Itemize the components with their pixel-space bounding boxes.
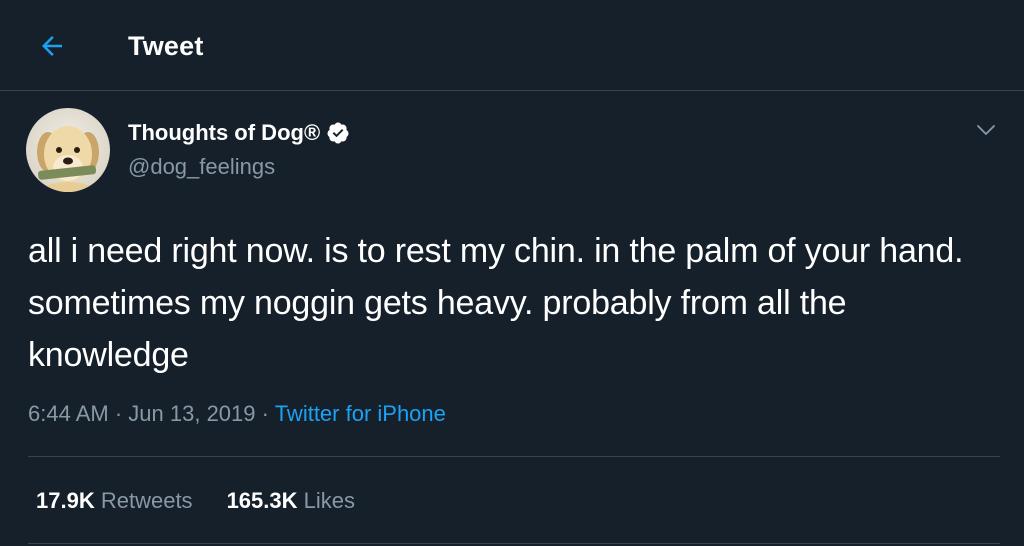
tweet-metadata: 6:44 AM · Jun 13, 2019 · Twitter for iPh…	[28, 398, 446, 430]
dog-avatar	[26, 108, 110, 192]
meta-separator: ·	[261, 401, 269, 426]
arrow-left-icon	[42, 36, 62, 56]
likes-count: 165.3K	[226, 488, 298, 513]
author-display-name[interactable]: Thoughts of Dog®	[128, 117, 320, 149]
divider	[28, 543, 1000, 544]
likes-stat[interactable]: 165.3K Likes	[227, 485, 355, 517]
retweets-count: 17.9K	[36, 488, 95, 513]
retweets-label: Retweets	[100, 488, 193, 513]
top-bar: Tweet	[0, 0, 1024, 91]
tweet-time[interactable]: 6:44 AM	[28, 401, 109, 426]
engagement-stats: 17.9K Retweets 165.3K Likes	[36, 485, 389, 517]
likes-label: Likes	[303, 488, 355, 513]
retweets-stat[interactable]: 17.9K Retweets	[36, 485, 193, 517]
meta-separator: ·	[114, 401, 123, 426]
page-title: Tweet	[128, 31, 204, 61]
tweet-source-link[interactable]: Twitter for iPhone	[275, 401, 446, 426]
tweet-page: Tweet Thoughts of Dog® @dog_feelings all…	[0, 0, 1024, 546]
tweet-menu-button[interactable]	[968, 112, 1004, 148]
author-handle[interactable]: @dog_feelings	[128, 152, 275, 182]
avatar[interactable]	[26, 108, 110, 192]
chevron-down-icon	[977, 125, 995, 135]
back-button[interactable]	[30, 24, 74, 68]
tweet-date[interactable]: Jun 13, 2019	[128, 401, 255, 426]
divider	[28, 456, 1000, 457]
verified-badge-icon	[327, 122, 349, 144]
author-name-row[interactable]: Thoughts of Dog®	[128, 117, 350, 149]
tweet-text: all i need right now. is to rest my chin…	[28, 232, 964, 374]
